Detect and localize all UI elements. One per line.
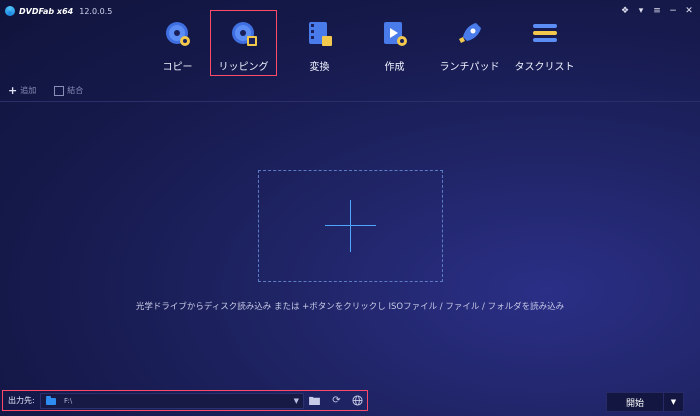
nav-label: 変換: [309, 62, 330, 73]
add-label: 追加: [20, 86, 37, 95]
output-bar: 出力先: F:\ ▼ ⟳: [2, 390, 368, 411]
start-control: 開始 ▼: [606, 392, 684, 412]
folder-icon: [46, 395, 56, 405]
tray-icon[interactable]: ❖: [620, 6, 630, 16]
output-label: 出力先:: [8, 396, 35, 405]
nav-item-launchpad[interactable]: ランチパッド: [432, 10, 507, 76]
nav-item-ripping[interactable]: リッピング: [210, 10, 277, 76]
nav-item-copy[interactable]: コピー: [140, 10, 215, 76]
window-controls: ❖ ▾ ≡ − ✕: [620, 6, 694, 16]
close-icon[interactable]: ✕: [684, 6, 694, 16]
start-button[interactable]: 開始: [606, 392, 664, 412]
nav-label: コピー: [162, 62, 193, 73]
app-logo: DVDFab x64 12.0.0.5: [5, 6, 112, 16]
video-create-icon: [384, 22, 407, 46]
merge-icon: [54, 85, 65, 96]
nav-label: リッピング: [218, 62, 269, 73]
merge-label: 結合: [67, 86, 84, 95]
output-path-field[interactable]: F:\ ▼: [40, 393, 304, 409]
add-button[interactable]: + 追加: [8, 84, 36, 97]
plus-icon-vertical: [350, 200, 351, 252]
output-path-value: F:\: [64, 397, 73, 405]
nav-item-create[interactable]: 作成: [357, 10, 432, 76]
app-name: DVDFab x64: [19, 6, 74, 16]
minimize-icon[interactable]: −: [668, 6, 678, 16]
refresh-icon[interactable]: ⟳: [331, 395, 342, 406]
nav-label: 作成: [384, 62, 405, 73]
nav-item-convert[interactable]: 変換: [282, 10, 357, 76]
nav-item-task-list[interactable]: タスクリスト: [507, 10, 582, 76]
app-version: 12.0.0.5: [79, 6, 113, 16]
merge-button[interactable]: 結合: [54, 84, 83, 97]
globe-icon[interactable]: [352, 395, 363, 406]
main-nav: コピー リッピング 変換 作成 ランチパッド タスクリスト: [140, 10, 582, 76]
start-options-chevron-icon[interactable]: ▼: [664, 392, 684, 412]
chevron-down-icon[interactable]: ▼: [294, 397, 299, 405]
plus-icon: +: [8, 84, 18, 97]
settings-icon[interactable]: ▾: [636, 6, 646, 16]
dvdfab-logo-icon: [5, 6, 15, 16]
nav-label: タスクリスト: [514, 62, 575, 73]
nav-label: ランチパッド: [439, 62, 500, 73]
rocket-icon: [459, 23, 481, 43]
add-source-dropzone[interactable]: [258, 170, 443, 282]
browse-folder-icon[interactable]: [309, 395, 320, 406]
film-convert-icon: [309, 22, 332, 46]
toolbar: + 追加 結合: [8, 84, 83, 97]
load-hint-text: 光学ドライブからディスク読み込み または +ボタンをクリックし ISOファイル …: [135, 302, 565, 312]
disc-rip-icon: [232, 22, 257, 46]
task-list-icon: [533, 24, 557, 42]
disc-copy-icon: [166, 22, 190, 46]
toolbar-divider: [0, 101, 700, 102]
menu-icon[interactable]: ≡: [652, 6, 662, 16]
